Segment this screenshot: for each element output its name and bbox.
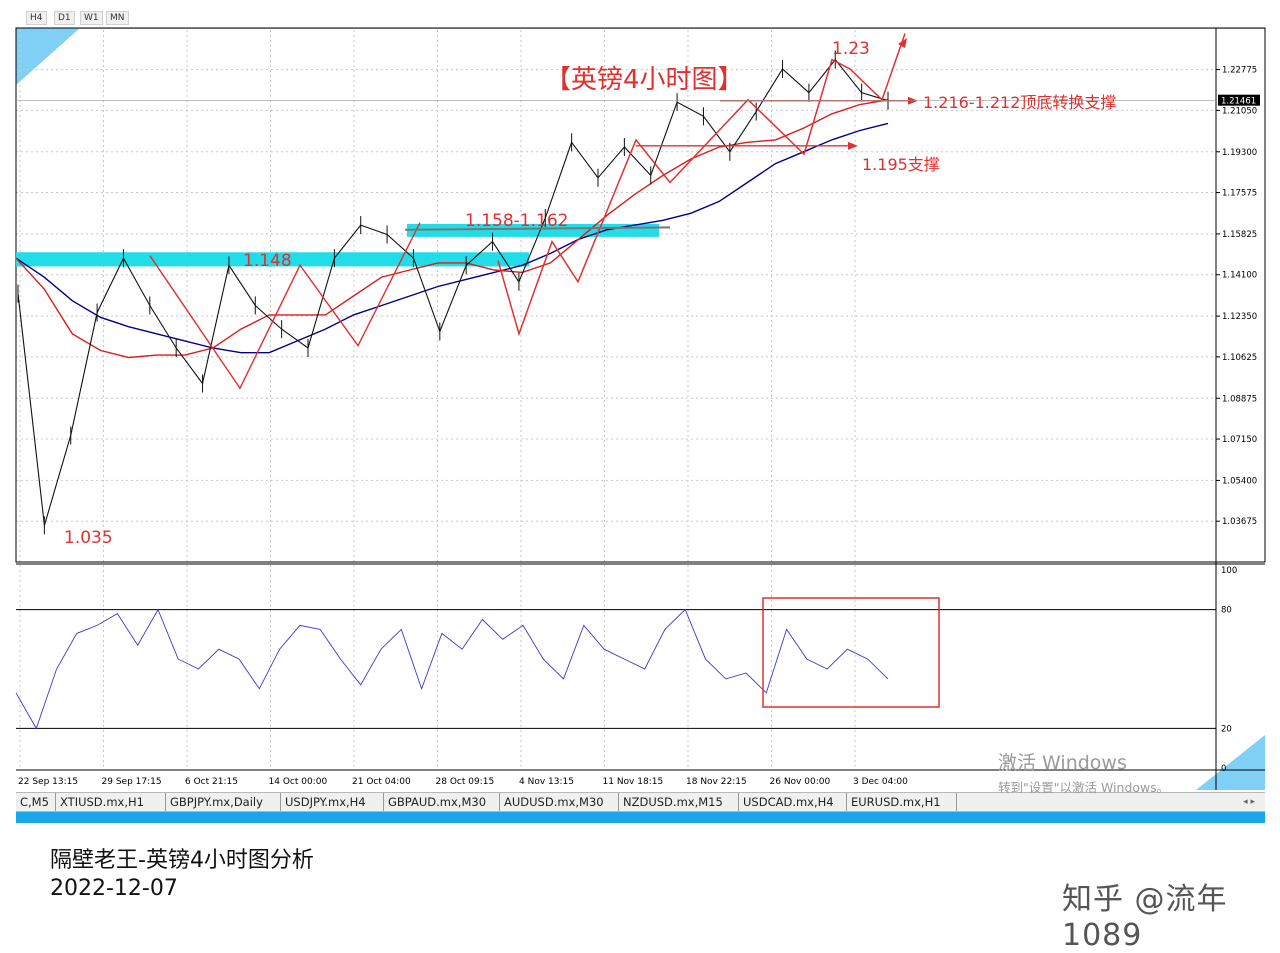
time-tick-label-5: 28 Oct 09:15 [436, 777, 495, 787]
price-tick-label-6: 1.12350 [1222, 312, 1257, 322]
price-axis: 1.22775 1.21050 1.19300 1.17575 1.15825 1.141… [16, 66, 1260, 527]
tab-symbol-7[interactable]: USDCAD.mx,H4 [739, 793, 847, 811]
time-tick-label-9: 26 Nov 00:00 [770, 777, 831, 787]
indicator-level-label-20: 20 [1221, 724, 1232, 734]
price-tick-label-3: 1.17575 [1222, 189, 1257, 199]
annotation-support-lower: 1.195支撑 [862, 155, 940, 174]
annotation-low: 1.035 [64, 528, 113, 548]
annotation-zone2: 1.158-1.162 [465, 211, 568, 231]
watermark-title: 激活 Windows [998, 752, 1127, 774]
price-tick-label-1: 1.21050 [1222, 106, 1257, 116]
price-tick-label-0: 1.22775 [1222, 66, 1257, 76]
price-tick-label-9: 1.07150 [1222, 435, 1257, 445]
chart-title: 【英镑4小时图】 [545, 65, 744, 95]
windows-activation-watermark: 激活 Windows 转到"设置"以激活 Windows。 [998, 748, 1169, 796]
corner-accent-right [1196, 735, 1265, 790]
time-axis: 22 Sep 13:15 29 Sep 17:15 6 Oct 21:15 14 Oc… [18, 777, 908, 787]
zigzag-arrow-1 [149, 222, 421, 390]
time-tick-label-1: 29 Sep 17:15 [102, 777, 162, 787]
support-line-1195-arrowhead [848, 141, 858, 150]
window-status-bar [16, 812, 1265, 823]
tab-symbol-4[interactable]: GBPAUD.mx,M30 [384, 793, 500, 811]
time-tick-label-0: 22 Sep 13:15 [18, 777, 78, 787]
time-tick-label-3: 14 Oct 00:00 [269, 777, 328, 787]
indicator-level-label-80: 80 [1221, 606, 1232, 616]
tab-scroll-arrows-icon[interactable]: ◂ ▸ [1243, 793, 1255, 811]
watermark-subtitle: 转到"设置"以激活 Windows。 [998, 780, 1170, 795]
time-tick-label-2: 6 Oct 21:15 [185, 777, 238, 787]
price-tick-label-2: 1.19300 [1222, 148, 1257, 158]
indicator-line [15, 608, 889, 730]
indicator-pane: 100 80 20 0 [15, 566, 1265, 774]
time-tick-label-6: 4 Nov 13:15 [519, 777, 574, 787]
ma-slow-line [15, 122, 889, 354]
chart-grid [16, 30, 1216, 770]
annotation-high: 1.23 [832, 39, 870, 59]
caption-date: 2022-12-07 [50, 876, 178, 901]
tab-symbol-0[interactable]: C,M5 [16, 793, 56, 811]
price-tick-label-5: 1.14100 [1222, 271, 1257, 281]
time-tick-label-8: 18 Nov 22:15 [686, 777, 747, 787]
indicator-highlight-box [762, 597, 940, 708]
tab-symbol-1[interactable]: XTIUSD.mx,H1 [56, 793, 166, 811]
price-chart[interactable]: 1.22775 1.21050 1.19300 1.17575 1.15825 1.141… [0, 0, 1280, 790]
tab-symbol-2[interactable]: GBPJPY.mx,Daily [166, 793, 281, 811]
time-tick-label-4: 21 Oct 04:00 [352, 777, 411, 787]
main-pane-frame [15, 27, 1266, 790]
brand-watermark: 知乎 @流年1089 [1062, 882, 1228, 953]
annotation-support-upper: 1.216-1.212顶底转换支撑 [923, 93, 1116, 112]
price-path [17, 58, 889, 526]
corner-accent-left [16, 28, 80, 85]
tab-symbol-3[interactable]: USDJPY.mx,H4 [281, 793, 384, 811]
price-tick-label-4: 1.15825 [1222, 230, 1257, 240]
price-tick-label-10: 1.05400 [1222, 476, 1257, 486]
tab-symbol-8[interactable]: EURUSD.mx,H1 [847, 793, 957, 811]
current-price-label: 1.21461 [1221, 97, 1256, 107]
price-tick-label-8: 1.08875 [1222, 394, 1257, 404]
price-tick-label-7: 1.10625 [1222, 353, 1257, 363]
indicator-level-label-0: 0 [1221, 764, 1226, 774]
ma-slow-path [15, 122, 889, 354]
time-tick-label-10: 3 Dec 04:00 [853, 777, 908, 787]
caption-title: 隔壁老王-英镑4小时图分析 [50, 848, 314, 873]
time-tick-label-7: 11 Nov 18:15 [603, 777, 664, 787]
price-series [17, 50, 889, 535]
annotation-zone1: 1.148 [243, 251, 292, 271]
indicator-level-label-100: 100 [1221, 566, 1237, 576]
tab-symbol-5[interactable]: AUDUSD.mx,M30 [500, 793, 619, 811]
tab-symbol-6[interactable]: NZDUSD.mx,M15 [619, 793, 739, 811]
price-tick-label-11: 1.03675 [1222, 517, 1257, 527]
